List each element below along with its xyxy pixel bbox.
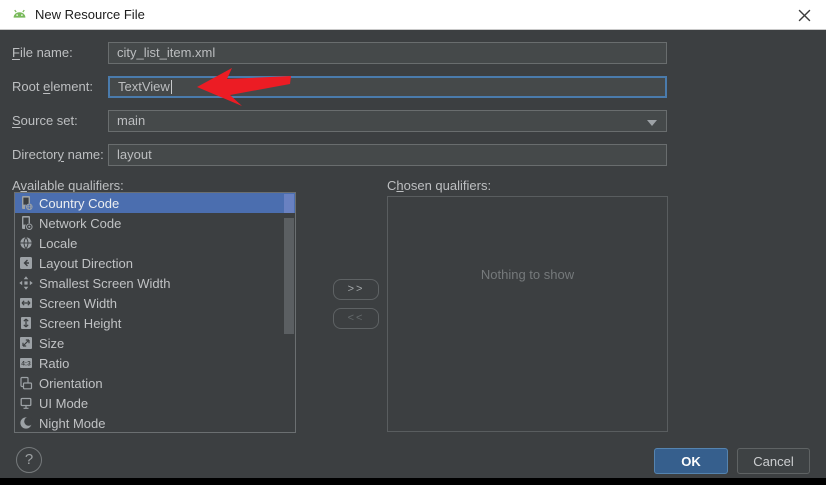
list-item[interactable]: Screen Height — [15, 313, 295, 333]
list-item[interactable]: Smallest Screen Width — [15, 273, 295, 293]
list-item-label: Night Mode — [39, 415, 106, 431]
scrollbar[interactable] — [284, 193, 294, 432]
list-item[interactable]: Size — [15, 333, 295, 353]
smallest-screen-width-icon — [19, 276, 33, 290]
chevron-down-icon — [647, 120, 657, 126]
remove-qualifier-button[interactable]: << — [333, 308, 379, 329]
list-item-label: Layout Direction — [39, 255, 133, 271]
root-element-label: Root element: — [12, 79, 93, 94]
list-item[interactable]: Country Code — [15, 193, 295, 213]
directory-name-input[interactable]: layout — [108, 144, 667, 166]
ratio-icon: 4:3 — [20, 358, 32, 368]
list-item-label: Orientation — [39, 375, 103, 391]
file-name-input[interactable]: city_list_item.xml — [108, 42, 667, 64]
list-item-label: Size — [39, 335, 65, 351]
svg-text:4:3: 4:3 — [21, 360, 31, 367]
list-item[interactable]: Night Mode — [15, 413, 295, 432]
scrollbar-thumb-selected-overlay — [284, 194, 294, 213]
add-qualifier-button[interactable]: >> — [333, 279, 379, 300]
list-item-label: Country Code — [39, 195, 120, 211]
list-item[interactable]: Screen Width — [15, 293, 295, 313]
list-item-label: Network Code — [39, 215, 122, 231]
list-item[interactable]: Layout Direction — [15, 253, 295, 273]
root-element-input[interactable]: TextView — [108, 76, 667, 98]
close-icon — [798, 9, 810, 21]
screen-width-icon — [20, 298, 32, 308]
locale-icon — [20, 237, 32, 249]
network-code-icon — [22, 216, 33, 230]
list-item-label: Smallest Screen Width — [39, 275, 171, 291]
source-set-label: Source set: — [12, 113, 78, 128]
screen-height-icon — [21, 317, 31, 329]
list-item[interactable]: Network Code — [15, 213, 295, 233]
night-mode-icon — [20, 417, 33, 429]
list-item[interactable]: Locale — [15, 233, 295, 253]
size-icon — [20, 337, 32, 349]
ok-button[interactable]: OK — [654, 448, 728, 474]
help-button[interactable]: ? — [16, 447, 42, 473]
country-code-icon — [22, 196, 33, 210]
source-set-dropdown[interactable]: main — [108, 110, 667, 132]
dialog-title: New Resource File — [35, 7, 145, 22]
root-element-value: TextView — [118, 79, 170, 94]
list-item-label: Ratio — [39, 355, 70, 371]
scrollbar-thumb[interactable] — [284, 218, 294, 334]
empty-state-text: Nothing to show — [480, 267, 575, 282]
android-icon — [13, 9, 26, 18]
list-item-label: Locale — [39, 235, 78, 251]
cancel-button[interactable]: Cancel — [737, 448, 810, 474]
list-item[interactable]: Orientation — [15, 373, 295, 393]
list-item[interactable]: 4:3 Ratio — [15, 353, 295, 373]
text-caret — [170, 80, 172, 94]
new-resource-file-dialog: New Resource File File name: city_list_i… — [0, 0, 826, 478]
layout-direction-icon — [20, 257, 32, 269]
file-name-label: File name: — [12, 45, 73, 60]
list-item[interactable]: UI Mode — [15, 393, 295, 413]
ui-mode-icon — [20, 397, 32, 409]
close-button[interactable] — [782, 0, 826, 30]
list-item-label: Screen Height — [39, 315, 122, 331]
directory-name-label: Directory name: — [12, 147, 104, 162]
title-bar: New Resource File — [0, 0, 826, 30]
orientation-icon — [20, 376, 33, 390]
source-set-value: main — [117, 113, 146, 128]
available-qualifiers-list[interactable]: Country Code Network Code Locale Layout … — [14, 192, 296, 433]
list-item-label: UI Mode — [39, 395, 89, 411]
chosen-qualifiers-panel: Nothing to show — [387, 196, 668, 432]
chosen-qualifiers-label: Chosen qualifiers: — [387, 178, 492, 193]
list-item-label: Screen Width — [39, 295, 118, 311]
